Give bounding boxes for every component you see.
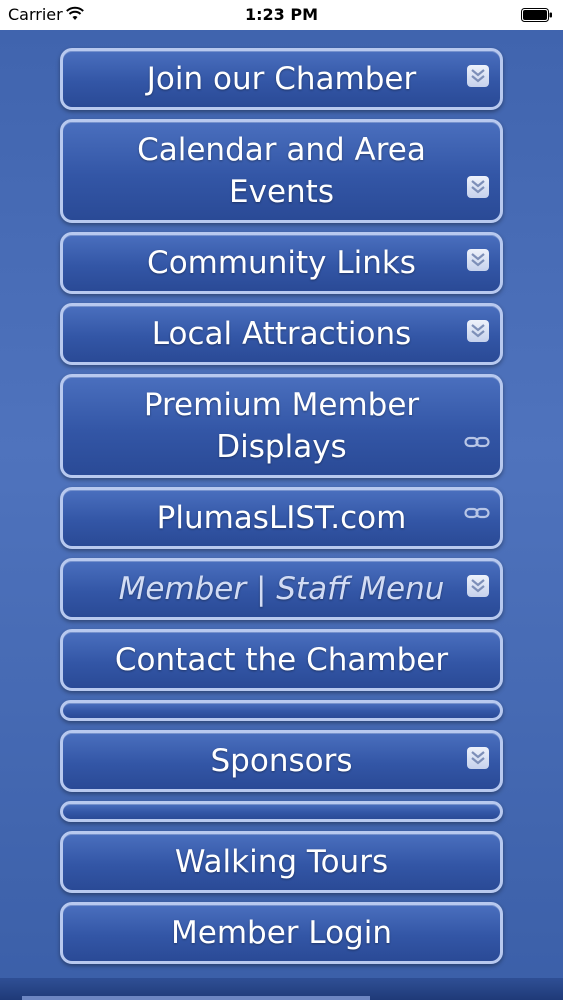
menu-item-label: Sponsors (210, 743, 353, 779)
chevron-down-double-icon (467, 575, 489, 597)
status-bar: Carrier 1:23 PM (0, 0, 563, 30)
link-icon (464, 436, 490, 448)
menu-item-blank[interactable] (60, 700, 503, 721)
menu-item-blank[interactable] (60, 801, 503, 822)
bottom-bar (0, 978, 563, 1000)
menu-item-community-links[interactable]: Community Links (60, 232, 503, 294)
main-menu: Join our Chamber Calendar and Area Event… (60, 48, 503, 973)
bottom-tab-strip (22, 996, 370, 1000)
chevron-down-double-icon (467, 320, 489, 342)
menu-item-member-staff-menu[interactable]: Member | Staff Menu (60, 558, 503, 620)
menu-item-label: Member Login (171, 915, 392, 951)
menu-item-label: Member | Staff Menu (118, 571, 445, 607)
menu-item-sponsors[interactable]: Sponsors (60, 730, 503, 792)
link-icon (464, 507, 490, 519)
menu-item-walking-tours[interactable]: Walking Tours (60, 831, 503, 893)
clock: 1:23 PM (244, 5, 318, 24)
menu-item-label: Community Links (147, 245, 416, 281)
menu-item-label: PlumasLIST.com (156, 500, 407, 536)
chevron-down-double-icon (467, 65, 489, 87)
menu-item-join-chamber[interactable]: Join our Chamber (60, 48, 503, 110)
menu-item-label: Calendar and Area Events (137, 132, 426, 210)
menu-item-label: Contact the Chamber (114, 642, 449, 678)
menu-item-label: Join our Chamber (146, 61, 417, 97)
menu-item-plumaslist[interactable]: PlumasLIST.com (60, 487, 503, 549)
menu-item-calendar-events[interactable]: Calendar and Area Events (60, 119, 503, 223)
chevron-down-double-icon (467, 747, 489, 769)
menu-item-label: Local Attractions (151, 316, 412, 352)
menu-item-member-login[interactable]: Member Login (60, 902, 503, 964)
menu-item-premium-member-displays[interactable]: Premium Member Displays (60, 374, 503, 478)
battery-icon (521, 8, 552, 22)
menu-item-contact-chamber[interactable]: Contact the Chamber (60, 629, 503, 691)
menu-item-label: Walking Tours (174, 844, 389, 880)
menu-item-label: Premium Member Displays (143, 387, 420, 465)
chevron-down-double-icon (467, 176, 489, 198)
menu-item-local-attractions[interactable]: Local Attractions (60, 303, 503, 365)
chevron-down-double-icon (467, 249, 489, 271)
